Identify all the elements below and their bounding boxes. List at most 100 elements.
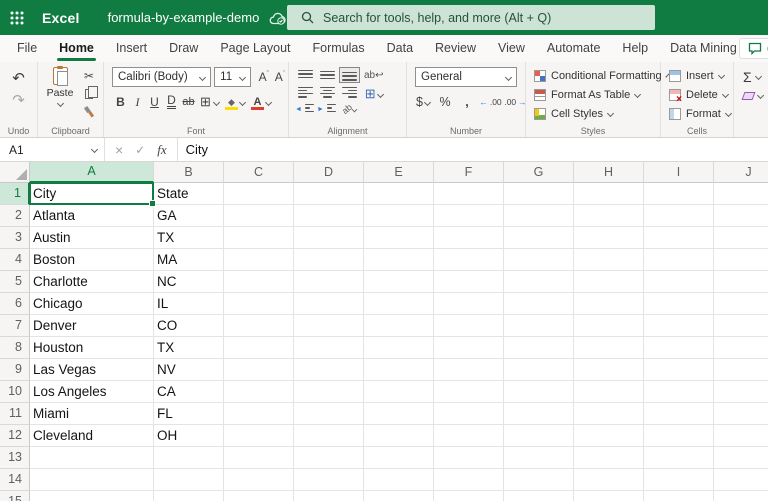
- cell-B1[interactable]: State: [154, 183, 224, 205]
- cell-D12[interactable]: [294, 425, 364, 447]
- cell-D11[interactable]: [294, 403, 364, 425]
- row-header-6[interactable]: 6: [0, 293, 30, 315]
- menu-tab-insert[interactable]: Insert: [105, 35, 158, 62]
- insert-function-icon[interactable]: fx: [157, 142, 166, 158]
- cell-G4[interactable]: [504, 249, 574, 271]
- styles-cell-styles-button[interactable]: Cell Styles: [534, 105, 660, 122]
- row-header-8[interactable]: 8: [0, 337, 30, 359]
- cell-J8[interactable]: [714, 337, 768, 359]
- cell-C5[interactable]: [224, 271, 294, 293]
- column-header-h[interactable]: H: [574, 162, 644, 183]
- select-all-button[interactable]: [0, 162, 30, 183]
- cell-D10[interactable]: [294, 381, 364, 403]
- cell-J1[interactable]: [714, 183, 768, 205]
- align-right-button[interactable]: [339, 84, 360, 100]
- cell-B15[interactable]: [154, 491, 224, 501]
- save-status-icon[interactable]: [269, 11, 287, 25]
- cell-D2[interactable]: [294, 205, 364, 227]
- cell-H1[interactable]: [574, 183, 644, 205]
- row-header-12[interactable]: 12: [0, 425, 30, 447]
- row-header-14[interactable]: 14: [0, 469, 30, 491]
- row-header-1[interactable]: 1: [0, 183, 30, 205]
- cell-D6[interactable]: [294, 293, 364, 315]
- cell-F3[interactable]: [434, 227, 504, 249]
- cell-C8[interactable]: [224, 337, 294, 359]
- formula-enter-icon[interactable]: ✓: [135, 143, 145, 157]
- decrease-indent-button[interactable]: ◄: [295, 101, 316, 117]
- paste-button[interactable]: Paste: [43, 67, 77, 125]
- cell-J10[interactable]: [714, 381, 768, 403]
- cell-E6[interactable]: [364, 293, 434, 315]
- cell-I6[interactable]: [644, 293, 714, 315]
- row-header-13[interactable]: 13: [0, 447, 30, 469]
- cell-B10[interactable]: CA: [154, 381, 224, 403]
- cell-C2[interactable]: [224, 205, 294, 227]
- menu-tab-page-layout[interactable]: Page Layout: [209, 35, 301, 62]
- cell-F12[interactable]: [434, 425, 504, 447]
- cell-H15[interactable]: [574, 491, 644, 501]
- cell-B2[interactable]: GA: [154, 205, 224, 227]
- cell-H7[interactable]: [574, 315, 644, 337]
- cell-B13[interactable]: [154, 447, 224, 469]
- cell-E11[interactable]: [364, 403, 434, 425]
- row-header-3[interactable]: 3: [0, 227, 30, 249]
- cell-J4[interactable]: [714, 249, 768, 271]
- cell-J11[interactable]: [714, 403, 768, 425]
- cell-A12[interactable]: Cleveland: [30, 425, 154, 447]
- row-header-7[interactable]: 7: [0, 315, 30, 337]
- cell-F6[interactable]: [434, 293, 504, 315]
- comments-button[interactable]: Comments: [739, 38, 768, 59]
- cell-F4[interactable]: [434, 249, 504, 271]
- cell-C11[interactable]: [224, 403, 294, 425]
- cell-E14[interactable]: [364, 469, 434, 491]
- row-header-4[interactable]: 4: [0, 249, 30, 271]
- font-name-select[interactable]: Calibri (Body): [112, 67, 211, 87]
- menu-tab-data-mining[interactable]: Data Mining: [659, 35, 748, 62]
- number-format-select[interactable]: General: [415, 67, 517, 87]
- cell-J9[interactable]: [714, 359, 768, 381]
- cell-H14[interactable]: [574, 469, 644, 491]
- row-header-11[interactable]: 11: [0, 403, 30, 425]
- app-launcher-icon[interactable]: [0, 0, 34, 35]
- cell-A15[interactable]: [30, 491, 154, 501]
- autosum-button[interactable]: Σ: [743, 67, 768, 86]
- orientation-button[interactable]: ab: [339, 101, 360, 117]
- align-top-button[interactable]: [295, 67, 316, 83]
- cell-E10[interactable]: [364, 381, 434, 403]
- cell-F10[interactable]: [434, 381, 504, 403]
- cell-D15[interactable]: [294, 491, 364, 501]
- menu-tab-review[interactable]: Review: [424, 35, 487, 62]
- cell-G14[interactable]: [504, 469, 574, 491]
- decrease-font-size-button[interactable]: Aˇ: [272, 68, 288, 86]
- cell-H10[interactable]: [574, 381, 644, 403]
- cell-C1[interactable]: [224, 183, 294, 205]
- cell-A2[interactable]: Atlanta: [30, 205, 154, 227]
- cell-E1[interactable]: [364, 183, 434, 205]
- cell-A14[interactable]: [30, 469, 154, 491]
- cell-G12[interactable]: [504, 425, 574, 447]
- cell-A7[interactable]: Denver: [30, 315, 154, 337]
- bold-button[interactable]: B: [112, 93, 129, 111]
- cell-H13[interactable]: [574, 447, 644, 469]
- cell-D9[interactable]: [294, 359, 364, 381]
- cell-C9[interactable]: [224, 359, 294, 381]
- cell-B4[interactable]: MA: [154, 249, 224, 271]
- strikethrough-button[interactable]: ab: [180, 93, 197, 111]
- column-header-i[interactable]: I: [644, 162, 714, 183]
- increase-indent-button[interactable]: ►: [317, 101, 338, 117]
- cell-G9[interactable]: [504, 359, 574, 381]
- format-painter-button[interactable]: [79, 104, 99, 120]
- cell-G10[interactable]: [504, 381, 574, 403]
- cell-G5[interactable]: [504, 271, 574, 293]
- row-header-9[interactable]: 9: [0, 359, 30, 381]
- cell-H3[interactable]: [574, 227, 644, 249]
- double-underline-button[interactable]: D: [163, 93, 180, 111]
- cell-B6[interactable]: IL: [154, 293, 224, 315]
- cell-B3[interactable]: TX: [154, 227, 224, 249]
- cell-A4[interactable]: Boston: [30, 249, 154, 271]
- cell-B7[interactable]: CO: [154, 315, 224, 337]
- cell-I2[interactable]: [644, 205, 714, 227]
- formula-input[interactable]: City: [178, 138, 768, 161]
- column-header-a[interactable]: A: [30, 162, 154, 183]
- cells-delete-button[interactable]: Delete: [669, 86, 733, 103]
